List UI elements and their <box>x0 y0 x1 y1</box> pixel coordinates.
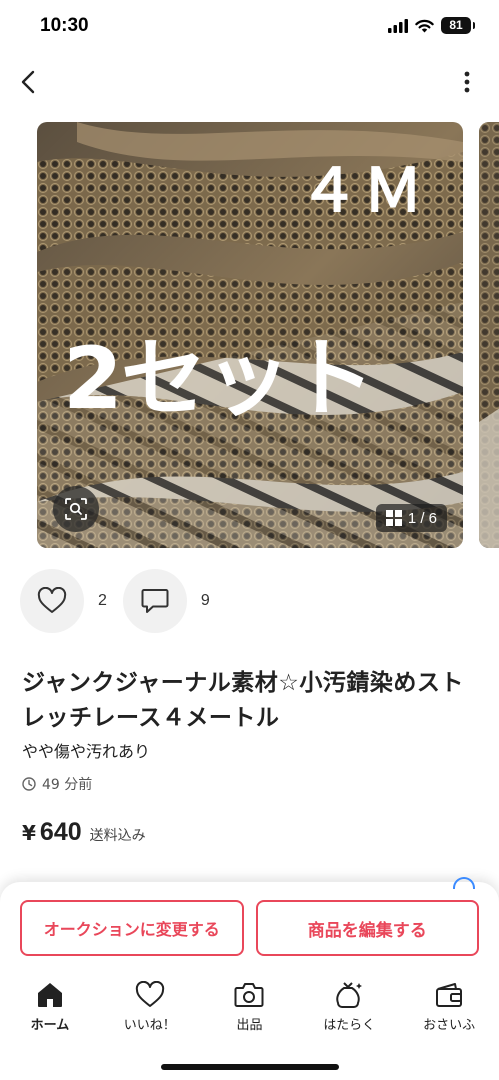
status-icons: 81 <box>388 17 475 34</box>
edit-item-button[interactable]: 商品を編集する <box>255 900 479 956</box>
change-to-auction-button[interactable]: オークションに変更する <box>20 900 244 956</box>
posted-time: 49 分前 <box>22 774 92 794</box>
tab-home-label: ホーム <box>30 1018 70 1033</box>
back-button[interactable] <box>10 64 46 100</box>
home-indicator <box>161 1064 339 1070</box>
status-bar: 10:30 81 <box>0 0 499 54</box>
signal-icon <box>388 18 408 33</box>
tab-wallet[interactable]: おさいふ <box>399 980 499 1040</box>
comment-count: 9 <box>200 592 210 609</box>
tab-wallet-label: おさいふ <box>423 1018 476 1033</box>
comment-icon <box>141 589 169 613</box>
shipping-note: 送料込み <box>89 828 146 844</box>
info-icon[interactable] <box>453 877 475 889</box>
status-time: 10:30 <box>40 15 89 36</box>
price-row: ¥ 640 送料込み <box>22 818 146 847</box>
photo-overlay-length: ４Ｍ <box>299 156 427 226</box>
comment-button[interactable] <box>122 569 187 633</box>
nav-bar <box>0 58 499 106</box>
money-bag-icon <box>336 982 363 1008</box>
seller-action-buttons: オークションに変更する 商品を編集する <box>20 900 479 956</box>
product-photo[interactable]: ４Ｍ 2セット 1 / 6 <box>37 122 463 548</box>
tab-work-label: はたらく <box>323 1018 376 1033</box>
chevron-left-icon <box>21 70 35 94</box>
heart-icon <box>37 587 67 613</box>
image-search-icon <box>65 498 87 520</box>
grid-icon <box>385 510 402 526</box>
tab-sell-label: 出品 <box>236 1018 263 1033</box>
camera-icon <box>234 983 264 1007</box>
heart-icon <box>135 981 164 1007</box>
photo-overlay-sets: 2セット <box>63 329 375 429</box>
tab-bar: ホーム いいね！ 出品 はたらく おさいふ <box>0 980 499 1040</box>
tab-sell[interactable]: 出品 <box>200 980 300 1040</box>
item-price: 640 <box>39 818 82 846</box>
like-button[interactable] <box>20 569 84 633</box>
photo-gallery[interactable]: ４Ｍ 2セット 1 / 6 <box>0 122 499 548</box>
currency-symbol: ¥ <box>22 821 36 845</box>
tab-likes[interactable]: いいね！ <box>100 980 200 1040</box>
action-row: 2 9 <box>20 569 226 633</box>
image-search-button[interactable] <box>53 486 99 532</box>
posted-time-text: 49 分前 <box>42 777 93 793</box>
photo-counter-text: 1 / 6 <box>407 509 437 527</box>
home-icon <box>37 983 62 1007</box>
wallet-icon <box>436 983 463 1007</box>
item-condition: やや傷や汚れあり <box>22 742 151 761</box>
clock-icon <box>22 777 36 791</box>
like-count: 2 <box>98 592 107 609</box>
more-options-button[interactable] <box>453 64 481 100</box>
battery-indicator: 81 <box>441 17 475 34</box>
bottom-action-sheet: オークションに変更する 商品を編集する ホーム いいね！ 出品 はたらく おさい… <box>0 877 499 1080</box>
photo-counter: 1 / 6 <box>375 504 447 532</box>
tab-work[interactable]: はたらく <box>299 980 399 1040</box>
more-vertical-icon <box>464 71 470 93</box>
tab-home[interactable]: ホーム <box>0 980 100 1040</box>
tab-likes-label: いいね！ <box>123 1018 176 1033</box>
wifi-icon <box>415 19 434 32</box>
next-photo-peek[interactable] <box>479 122 499 548</box>
item-title: ジャンクジャーナル素材☆小汚錆染めストレッチレース４メートル <box>22 670 464 731</box>
next-photo-image <box>479 122 499 548</box>
